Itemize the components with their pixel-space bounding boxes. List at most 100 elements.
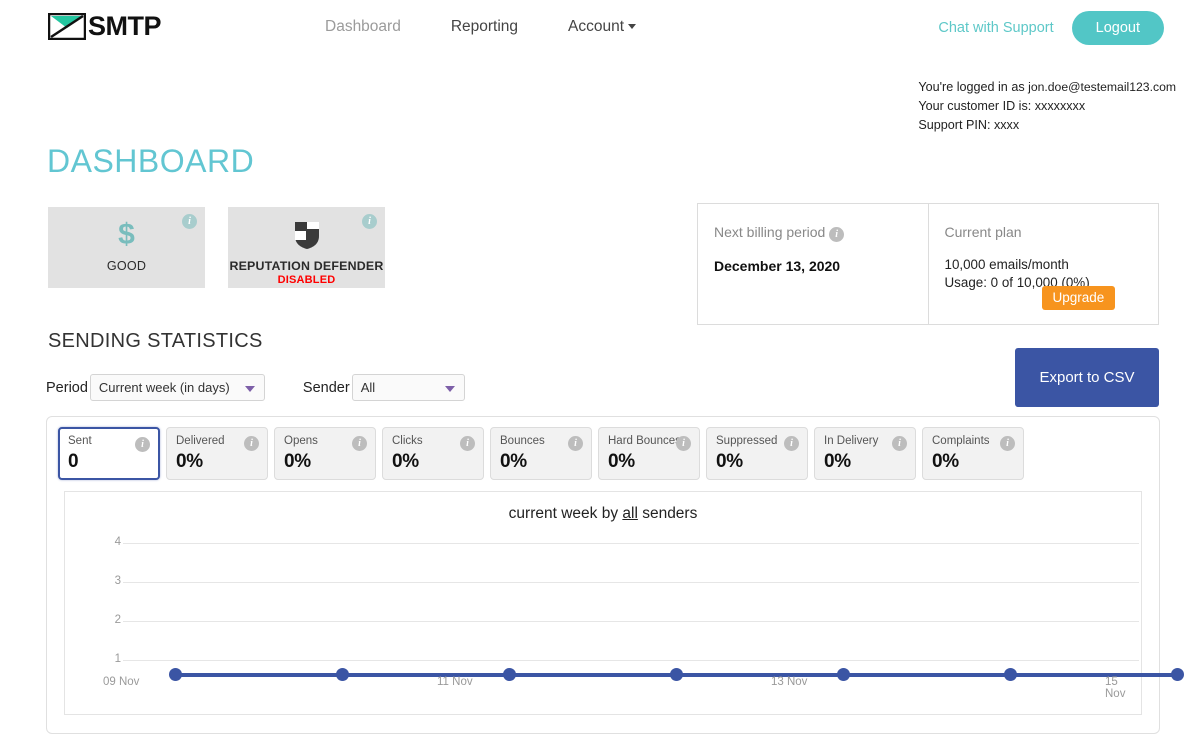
- next-billing-period-label: Next billing period: [714, 224, 826, 240]
- chevron-down-icon: [628, 24, 637, 30]
- main-navigation: Dashboard Reporting Account: [300, 18, 661, 36]
- current-plan-column: Current plan 10,000 emails/month Usage: …: [927, 204, 1159, 324]
- export-to-csv-button[interactable]: Export to CSV: [1015, 348, 1159, 407]
- info-icon[interactable]: i: [1000, 436, 1015, 451]
- data-point[interactable]: [336, 668, 349, 681]
- y-axis-tick: 3: [114, 575, 121, 587]
- statistics-filters: Period Current week (in days) Sender All: [46, 374, 465, 401]
- tab-value: 0%: [284, 451, 311, 472]
- info-icon[interactable]: i: [244, 436, 259, 451]
- logged-in-line: You're logged in as jon.doe@testemail123…: [918, 78, 1176, 97]
- data-point[interactable]: [503, 668, 516, 681]
- chart-title: current week by all senders: [65, 505, 1141, 523]
- info-icon[interactable]: i: [182, 214, 197, 229]
- sender-filter-group: Sender All: [303, 374, 465, 401]
- gridline: [123, 582, 1139, 583]
- sender-select[interactable]: All: [351, 374, 465, 401]
- status-card-sublabel: DISABLED: [277, 274, 336, 286]
- gridline: [123, 621, 1139, 622]
- chevron-down-icon: [444, 386, 455, 392]
- envelope-icon: [47, 12, 87, 41]
- chart-container: current week by all senders 4 3 2 1 09 N…: [64, 491, 1184, 715]
- tab-value: 0%: [608, 451, 635, 472]
- logout-button[interactable]: Logout: [1071, 11, 1164, 45]
- nav-item-dashboard[interactable]: Dashboard: [300, 18, 426, 36]
- sender-select-value: All: [360, 380, 376, 395]
- tab-value: 0%: [932, 451, 959, 472]
- data-point[interactable]: [169, 668, 182, 681]
- tab-complaints[interactable]: Complaints i 0%: [922, 427, 1024, 480]
- tab-hard-bounces[interactable]: Hard Bounces i 0%: [598, 427, 700, 480]
- data-point[interactable]: [837, 668, 850, 681]
- data-point[interactable]: [1171, 668, 1184, 681]
- billing-panel: Next billing period i December 13, 2020 …: [697, 203, 1159, 325]
- tab-sent[interactable]: Sent i 0: [58, 427, 160, 480]
- x-axis-tick: 11 Nov: [437, 676, 473, 688]
- x-axis-tick: 09 Nov: [103, 676, 140, 688]
- next-billing-date: December 13, 2020: [714, 258, 841, 274]
- info-icon[interactable]: i: [362, 214, 377, 229]
- tab-value: 0%: [500, 451, 527, 472]
- chat-with-support-link[interactable]: Chat with Support: [938, 20, 1053, 36]
- tab-bounces[interactable]: Bounces i 0%: [490, 427, 592, 480]
- y-axis-tick: 4: [114, 536, 121, 548]
- info-icon[interactable]: i: [892, 436, 907, 451]
- period-select-value: Current week (in days): [98, 380, 230, 395]
- status-card-label: REPUTATION DEFENDER: [229, 259, 384, 273]
- status-cards: i $ GOOD i REPUTATION DEFENDER DISABLED: [48, 207, 385, 288]
- nav-item-account-label: Account: [568, 18, 625, 35]
- tab-value: 0%: [824, 451, 851, 472]
- chart-title-sender-link[interactable]: all: [622, 505, 638, 522]
- tab-in-delivery[interactable]: In Delivery i 0%: [814, 427, 916, 480]
- nav-item-reporting[interactable]: Reporting: [426, 18, 543, 36]
- info-icon[interactable]: i: [829, 227, 845, 242]
- period-select[interactable]: Current week (in days): [89, 374, 265, 401]
- tab-value: 0%: [716, 451, 743, 472]
- tab-delivered[interactable]: Delivered i 0%: [166, 427, 268, 480]
- section-title-sending-statistics: SENDING STATISTICS: [48, 330, 263, 352]
- sender-label: Sender: [302, 379, 350, 396]
- chart-title-prefix: current week by: [508, 505, 623, 522]
- x-axis-tick: 15 Nov: [1105, 676, 1126, 700]
- page-title: DASHBOARD: [47, 143, 255, 179]
- y-axis-tick: 1: [114, 653, 121, 665]
- statistics-tabs: Sent i 0 Delivered i 0% Opens i 0% Click…: [47, 417, 1159, 480]
- tab-clicks[interactable]: Clicks i 0%: [382, 427, 484, 480]
- gridline: [123, 660, 1139, 661]
- logged-in-prefix: You're logged in as: [918, 80, 1025, 94]
- info-icon[interactable]: i: [676, 436, 691, 451]
- tab-value: 0%: [176, 451, 203, 472]
- info-icon[interactable]: i: [460, 436, 475, 451]
- top-header: SMTP Dashboard Reporting Account Chat wi…: [0, 0, 1192, 57]
- y-axis-tick: 2: [114, 614, 121, 626]
- data-point[interactable]: [670, 668, 683, 681]
- info-icon[interactable]: i: [135, 437, 150, 452]
- next-billing-period-heading: Next billing period i: [714, 224, 928, 242]
- tab-value: 0: [68, 451, 79, 472]
- info-icon[interactable]: i: [784, 436, 799, 451]
- info-icon[interactable]: i: [568, 436, 583, 451]
- status-card-reputation-defender[interactable]: i REPUTATION DEFENDER DISABLED: [228, 207, 385, 288]
- customer-id-line: Your customer ID is: xxxxxxxx: [918, 99, 1086, 113]
- chart-title-suffix: senders: [637, 505, 698, 522]
- tab-suppressed[interactable]: Suppressed i 0%: [706, 427, 808, 480]
- status-card-reputation-good[interactable]: i $ GOOD: [48, 207, 205, 288]
- statistics-panel: Sent i 0 Delivered i 0% Opens i 0% Click…: [46, 416, 1184, 734]
- data-point[interactable]: [1004, 668, 1017, 681]
- next-billing-period-column: Next billing period i December 13, 2020: [698, 204, 928, 324]
- chevron-down-icon: [244, 386, 255, 392]
- current-plan-label: Current plan: [944, 224, 1022, 240]
- status-card-label: GOOD: [106, 259, 147, 273]
- nav-item-account[interactable]: Account: [543, 18, 661, 36]
- brand-name: SMTP: [88, 11, 162, 41]
- header-actions: Chat with Support Logout: [938, 11, 1164, 45]
- tab-value: 0%: [392, 451, 419, 472]
- upgrade-button[interactable]: Upgrade: [1041, 286, 1116, 310]
- tab-opens[interactable]: Opens i 0%: [274, 427, 376, 480]
- account-info-block: You're logged in as jon.doe@testemail123…: [918, 78, 1176, 135]
- plan-quota: 10,000 emails/month: [944, 257, 1069, 272]
- info-icon[interactable]: i: [352, 436, 367, 451]
- chart-plot-area: 4 3 2 1 09 Nov 11 Nov 13 Nov 15 Nov: [65, 530, 1184, 705]
- brand-logo[interactable]: SMTP: [47, 11, 162, 41]
- x-axis-tick: 13 Nov: [771, 676, 808, 688]
